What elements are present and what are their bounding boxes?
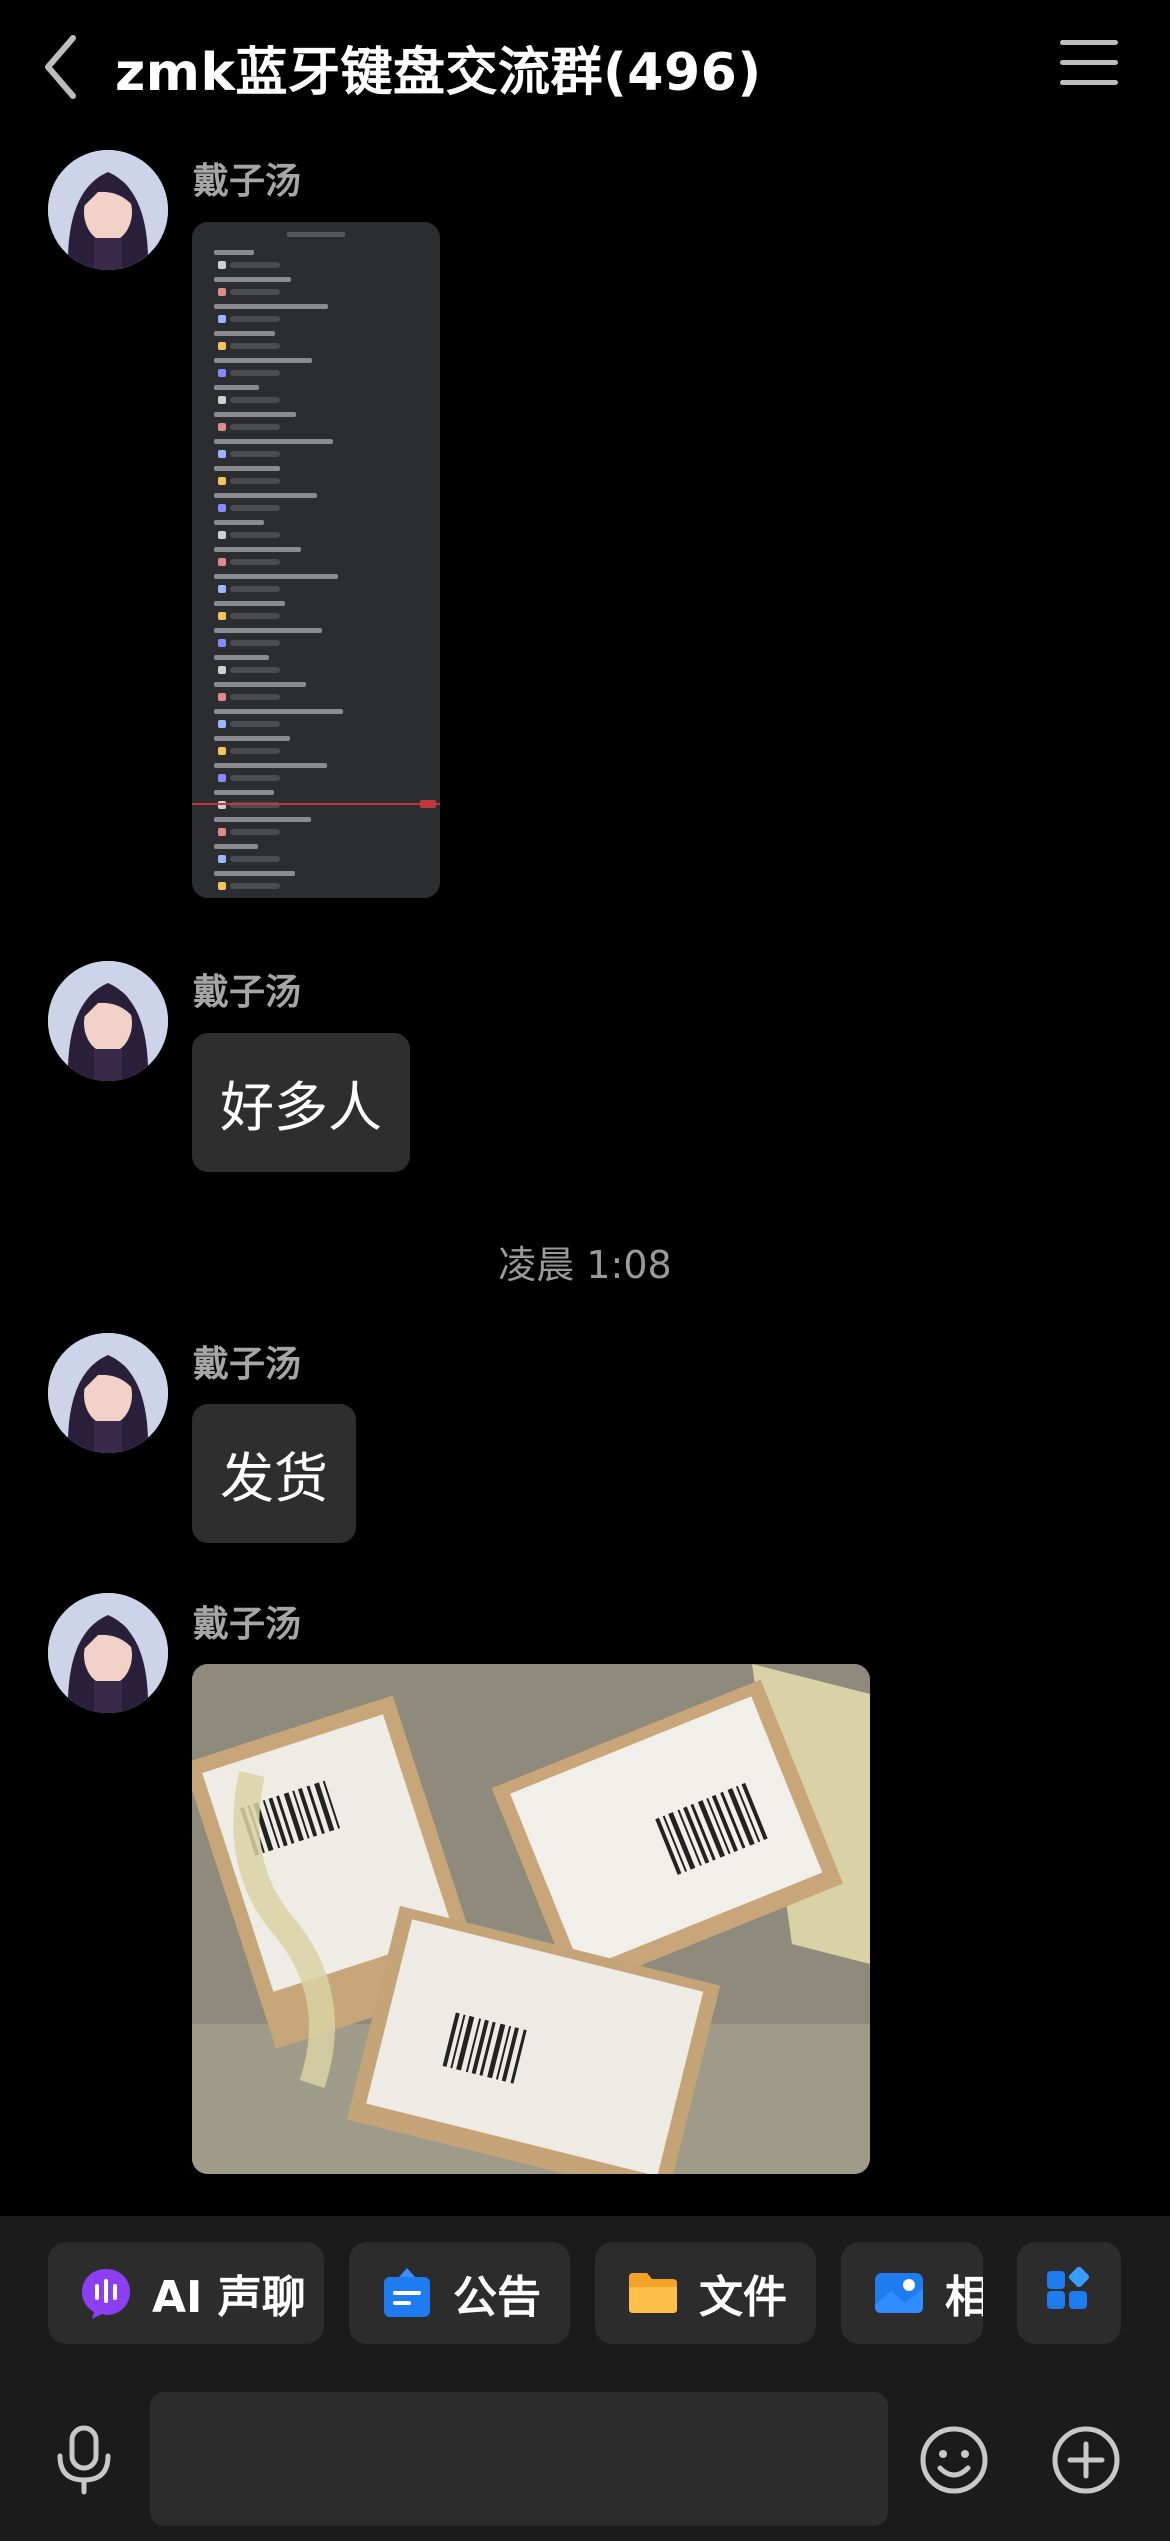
- chat-header: zmk蓝牙键盘交流群(496): [0, 0, 1170, 135]
- bottom-toolbar: AI 声聊 公告 文件 相: [0, 2216, 1170, 2541]
- toolbar-label: 文件: [699, 2272, 787, 2323]
- avatar[interactable]: [48, 961, 168, 1081]
- shipping-packages-photo[interactable]: [192, 1664, 870, 2174]
- message-bubble[interactable]: 发货: [192, 1404, 356, 1543]
- avatar[interactable]: [48, 1593, 168, 1713]
- message-bubble[interactable]: 好多人: [192, 1033, 410, 1172]
- announcement-icon: [384, 2268, 430, 2317]
- toolbar-label: AI 声聊: [152, 2272, 306, 2323]
- sender-name: 戴子汤: [193, 161, 302, 202]
- plus-circle-icon[interactable]: [1050, 2424, 1122, 2496]
- emoji-icon[interactable]: [918, 2424, 990, 2496]
- apps-grid-icon: [1047, 2266, 1090, 2309]
- sender-name: 戴子汤: [193, 1604, 302, 1645]
- avatar[interactable]: [48, 1333, 168, 1453]
- folder-icon: [629, 2273, 677, 2313]
- ai-voice-chat-icon: [82, 2269, 130, 2319]
- album-icon: [875, 2273, 923, 2313]
- composer: [0, 2374, 1170, 2534]
- sender-name: 戴子汤: [193, 972, 302, 1013]
- message-input[interactable]: [150, 2392, 888, 2526]
- timestamp: 凌晨 1:08: [498, 1243, 672, 1287]
- album-button[interactable]: 相: [841, 2242, 983, 2344]
- chat-title: zmk蓝牙键盘交流群(496): [115, 43, 762, 103]
- toolbar-label: 相: [945, 2272, 983, 2323]
- chat-list-screenshot-image[interactable]: [192, 222, 440, 898]
- microphone-icon[interactable]: [50, 2424, 118, 2496]
- more-apps-button[interactable]: [1017, 2242, 1121, 2344]
- files-button[interactable]: 文件: [595, 2242, 816, 2344]
- back-arrow-icon[interactable]: [40, 32, 80, 102]
- menu-icon[interactable]: [1060, 40, 1118, 90]
- sender-name: 戴子汤: [193, 1344, 302, 1385]
- ai-voice-chat-button[interactable]: AI 声聊: [48, 2242, 324, 2344]
- announcement-button[interactable]: 公告: [349, 2242, 570, 2344]
- toolbar-label: 公告: [453, 2272, 541, 2323]
- avatar[interactable]: [48, 150, 168, 270]
